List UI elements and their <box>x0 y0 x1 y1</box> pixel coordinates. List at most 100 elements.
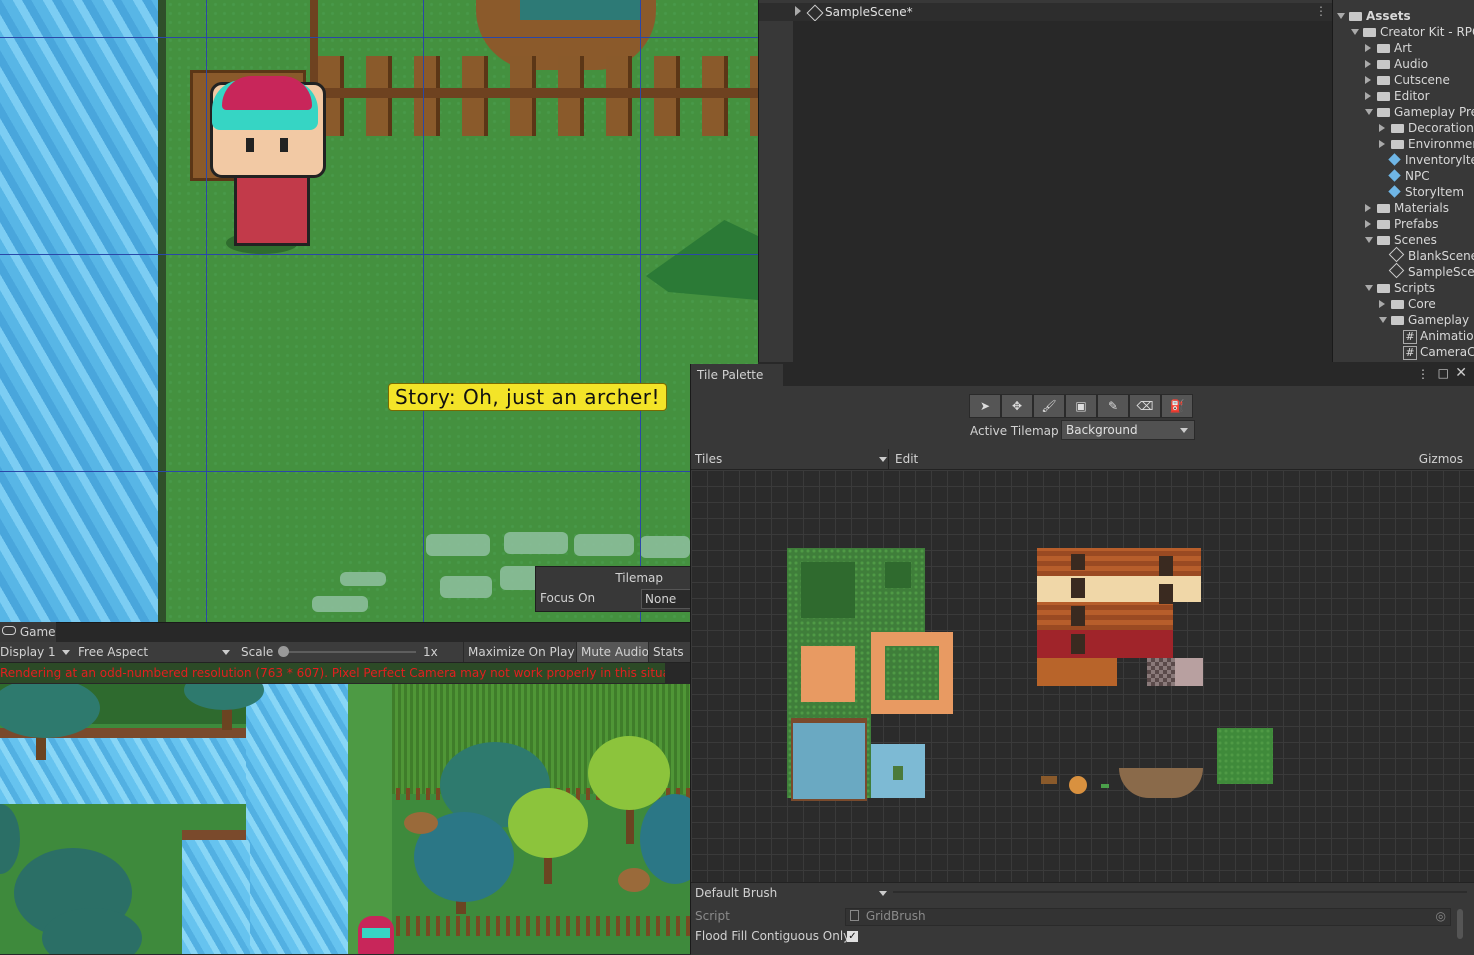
collapsed-arrow-icon[interactable] <box>1365 220 1371 228</box>
lilypad-tile[interactable] <box>893 766 903 780</box>
scale-slider-track[interactable] <box>282 651 416 653</box>
project-item[interactable]: Core <box>1337 296 1474 312</box>
expanded-arrow-icon[interactable] <box>1365 285 1373 291</box>
project-item[interactable]: SampleScene <box>1337 262 1474 280</box>
project-item[interactable]: Audio <box>1337 56 1474 72</box>
project-item[interactable]: #AnimationController <box>1337 328 1474 344</box>
bridge-tile[interactable] <box>1119 768 1203 798</box>
maximize-icon[interactable]: □ <box>1438 366 1449 380</box>
scene-name[interactable]: SampleScene* <box>825 3 913 21</box>
project-item[interactable]: Materials <box>1337 200 1474 216</box>
palette-select[interactable]: Tiles <box>695 452 722 466</box>
close-icon[interactable]: ✕ <box>1455 365 1467 381</box>
project-item[interactable]: Scripts <box>1337 280 1474 296</box>
house-roof-tile[interactable] <box>1037 602 1173 630</box>
kebab-menu-icon[interactable]: ⋮ <box>1315 4 1327 18</box>
select-tool[interactable]: ➤ <box>969 394 1001 418</box>
stats-button[interactable]: Stats <box>648 642 688 662</box>
project-item[interactable]: NPC <box>1337 168 1474 184</box>
project-item[interactable]: InventoryItem <box>1337 152 1474 168</box>
picker-tool[interactable]: ✎ <box>1097 394 1129 418</box>
kebab-menu-icon[interactable]: ⋮ <box>1417 367 1429 381</box>
project-item[interactable]: Environment <box>1337 136 1474 152</box>
collapsed-arrow-icon[interactable] <box>1379 300 1385 308</box>
collapsed-arrow-icon[interactable] <box>1379 140 1385 148</box>
dark-grass-tile[interactable] <box>801 562 855 618</box>
splitter[interactable] <box>893 891 1467 893</box>
tab-tile-palette[interactable]: Tile Palette <box>691 364 783 386</box>
project-item[interactable]: Prefabs <box>1337 216 1474 232</box>
mute-audio-button[interactable]: Mute Audio <box>576 642 653 662</box>
stump-prop-tile[interactable] <box>1069 776 1087 794</box>
flood-fill-tool[interactable]: ⛽ <box>1161 394 1193 418</box>
edit-button[interactable]: Edit <box>895 452 918 466</box>
sprout-prop-tile[interactable] <box>1101 784 1109 788</box>
stone-tile[interactable] <box>1175 658 1203 686</box>
expanded-arrow-icon[interactable] <box>1337 13 1345 19</box>
project-item[interactable]: #CameraController <box>1337 344 1474 360</box>
gizmos-button[interactable]: Gizmos <box>1419 452 1463 466</box>
project-item[interactable]: Creator Kit - RPG <box>1337 24 1474 40</box>
target-icon[interactable]: ◎ <box>1436 909 1446 923</box>
scrollbar-thumb[interactable] <box>1457 909 1463 939</box>
project-item[interactable]: Gameplay <box>1337 312 1474 328</box>
house-wall-tile[interactable] <box>1037 630 1173 658</box>
script-icon: # <box>1403 330 1417 344</box>
project-item[interactable]: Editor <box>1337 88 1474 104</box>
active-tilemap-dropdown[interactable]: Background <box>1061 420 1195 440</box>
house-floor-tile[interactable] <box>1037 658 1117 686</box>
expanded-arrow-icon[interactable] <box>1365 237 1373 243</box>
maximize-on-play-button[interactable]: Maximize On Play <box>463 642 579 662</box>
project-item[interactable]: Scenes <box>1337 232 1474 248</box>
scale-slider-handle[interactable] <box>278 646 289 657</box>
hierarchy-list[interactable] <box>793 21 1333 362</box>
collapsed-arrow-icon[interactable] <box>1365 76 1371 84</box>
collapsed-arrow-icon[interactable] <box>1365 92 1371 100</box>
game-view[interactable] <box>0 684 690 954</box>
project-item[interactable]: StoryItem <box>1337 184 1474 200</box>
project-item[interactable]: Gameplay Prefabs <box>1337 104 1474 120</box>
chevron-down-icon[interactable] <box>879 891 887 896</box>
eraser-tool[interactable]: ⌫ <box>1129 394 1161 418</box>
tab-game[interactable]: Game <box>0 622 56 642</box>
tile-palette-grid[interactable] <box>691 470 1474 882</box>
expand-arrow-icon[interactable] <box>795 6 801 16</box>
story-dialog: Story: Oh, just an archer! <box>388 383 668 411</box>
display-select[interactable]: Display 1 <box>0 642 56 662</box>
scale-value: 1x <box>423 645 438 659</box>
box-fill-tool[interactable]: ▣ <box>1065 394 1097 418</box>
flood-fill-checkbox[interactable]: ✓ <box>847 931 858 942</box>
project-item-label: CameraController <box>1420 345 1474 359</box>
chevron-down-icon[interactable] <box>879 457 887 462</box>
collapsed-arrow-icon[interactable] <box>1365 204 1371 212</box>
scene-view[interactable]: Story: Oh, just an archer! Tilemap Focus… <box>0 0 758 622</box>
brush-select[interactable]: Default Brush <box>695 886 777 900</box>
expanded-arrow-icon[interactable] <box>1379 317 1387 323</box>
house-roof-tile[interactable] <box>1037 548 1201 576</box>
collapsed-arrow-icon[interactable] <box>1365 60 1371 68</box>
project-item-label: Creator Kit - RPG <box>1380 25 1474 39</box>
project-item[interactable]: Cutscene <box>1337 72 1474 88</box>
project-item[interactable]: Decorations <box>1337 120 1474 136</box>
grass-center-tile[interactable] <box>885 646 939 700</box>
house-door-tile[interactable] <box>1071 554 1085 654</box>
dark-grass-tile[interactable] <box>885 562 911 588</box>
house-wall-tile[interactable] <box>1037 576 1201 602</box>
paint-brush-tool[interactable]: 🖌 <box>1033 394 1065 418</box>
project-item[interactable]: Art <box>1337 40 1474 56</box>
bush-tile[interactable] <box>1217 728 1273 784</box>
expanded-arrow-icon[interactable] <box>1351 29 1359 35</box>
house-window-tile[interactable] <box>1159 554 1173 604</box>
collapsed-arrow-icon[interactable] <box>1365 44 1371 52</box>
expanded-arrow-icon[interactable] <box>1365 109 1373 115</box>
move-tool[interactable]: ✥ <box>1001 394 1033 418</box>
aspect-select[interactable]: Free Aspect <box>78 642 148 662</box>
focus-dropdown[interactable]: None <box>641 589 694 609</box>
fence-prop-tile[interactable] <box>1041 776 1057 784</box>
project-item[interactable]: Assets <box>1337 8 1474 24</box>
water-tile[interactable] <box>791 718 867 801</box>
project-item[interactable]: BlankScene <box>1337 246 1474 264</box>
dirt-tile[interactable] <box>801 646 855 702</box>
collapsed-arrow-icon[interactable] <box>1379 124 1385 132</box>
checker-tile[interactable] <box>1147 658 1175 686</box>
